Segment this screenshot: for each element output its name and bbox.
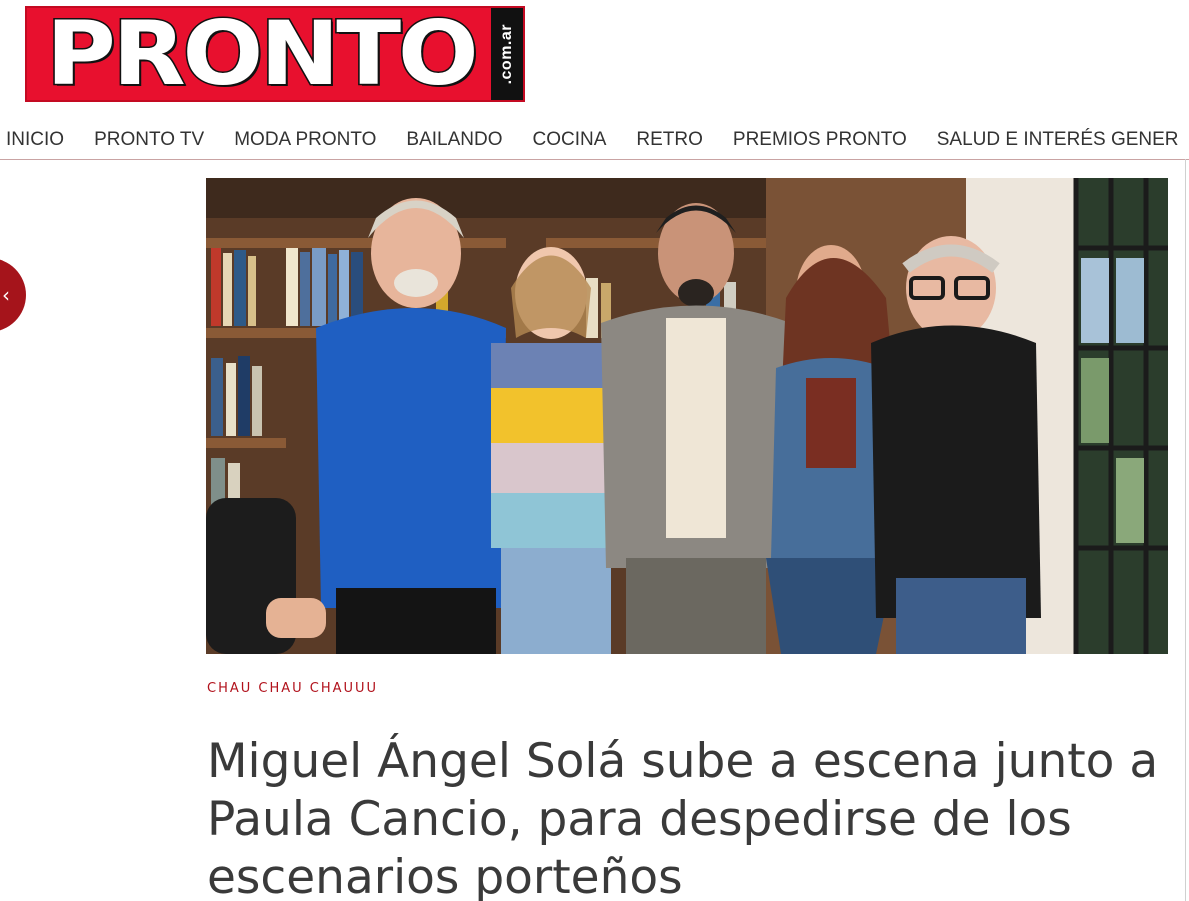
logo-domain: .com.ar [498, 23, 515, 85]
chevron-left-icon: ‹ [2, 283, 10, 307]
content-divider [1185, 159, 1186, 901]
nav-item-pronto-tv[interactable]: PRONTO TV [94, 129, 204, 151]
nav-item-inicio[interactable]: INICIO [6, 129, 64, 151]
article-headline: Miguel Ángel Solá sube a escena junto a … [207, 734, 1159, 901]
nav-item-moda-pronto[interactable]: MODA PRONTO [234, 129, 376, 151]
nav-item-cocina[interactable]: COCINA [532, 129, 606, 151]
nav-item-retro[interactable]: RETRO [636, 129, 703, 151]
nav-item-premios-pronto[interactable]: PREMIOS PRONTO [733, 129, 907, 151]
logo-text: PRONTO [45, 2, 481, 105]
article-kicker[interactable]: CHAU CHAU CHAUUU [207, 681, 378, 696]
page: PRONTO .com.ar INICIO PRONTO TV MODA PRO… [0, 0, 1189, 901]
logo-domain-strip: .com.ar [491, 8, 523, 100]
article-photo [206, 178, 1168, 654]
group-photo-illustration [206, 178, 1168, 654]
nav-item-bailando[interactable]: BAILANDO [406, 129, 502, 151]
main-nav: INICIO PRONTO TV MODA PRONTO BAILANDO CO… [0, 121, 1189, 160]
site-logo[interactable]: PRONTO .com.ar [25, 6, 525, 102]
logo-wordmark: PRONTO [27, 8, 491, 100]
nav-item-salud-e-interes[interactable]: SALUD E INTERÉS GENER [937, 129, 1179, 151]
previous-article-button[interactable]: ‹ [0, 258, 26, 332]
